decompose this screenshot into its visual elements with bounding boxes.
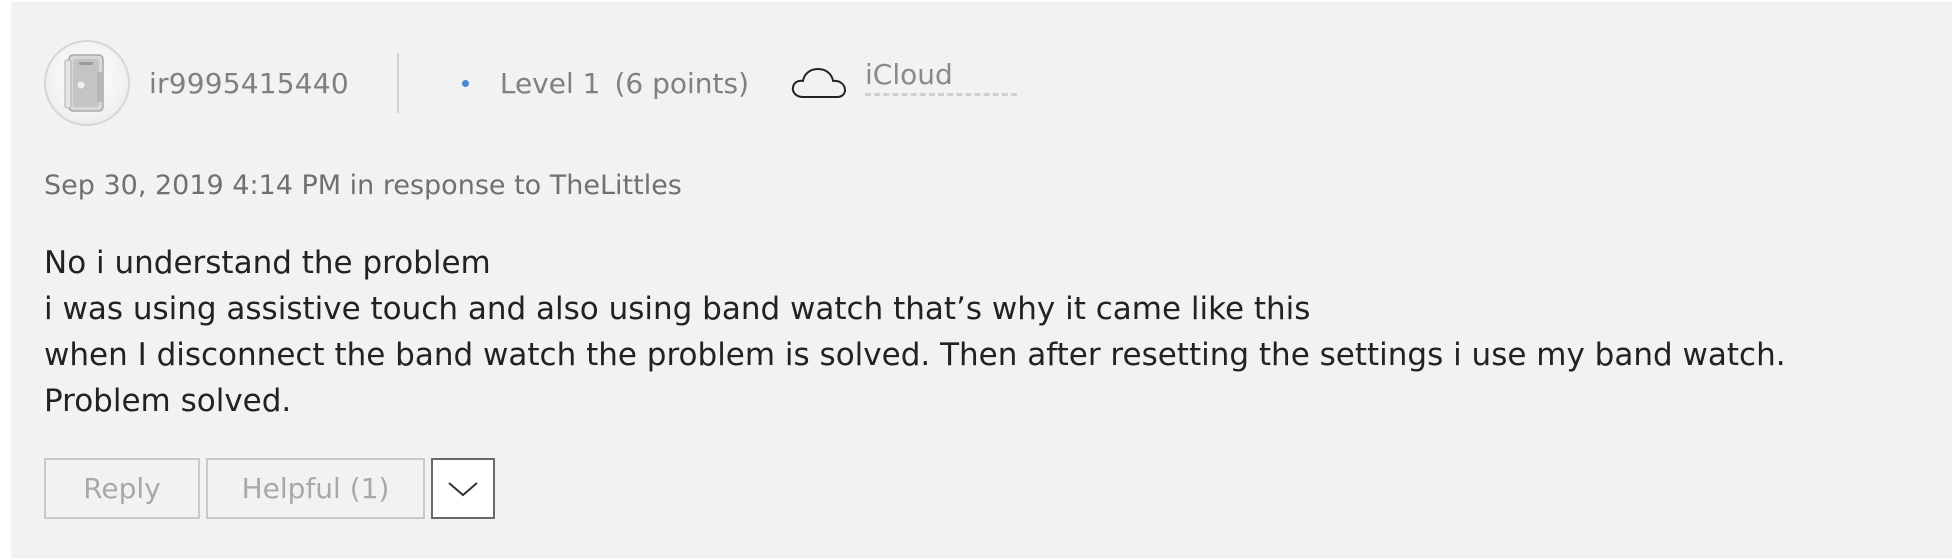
- post-header: ir9995415440 Level 1 (6 points) iCloud: [44, 38, 1017, 128]
- post-actions: Reply Helpful (1): [44, 458, 495, 519]
- cloud-icon: [791, 68, 847, 98]
- post-meta: Sep 30, 2019 4:14 PM in response to TheL…: [44, 170, 682, 201]
- author-points: (6 points): [614, 66, 750, 100]
- community-post: ir9995415440 Level 1 (6 points) iCloud S…: [11, 2, 1952, 558]
- author-username[interactable]: ir9995415440: [149, 67, 349, 100]
- post-line: when I disconnect the band watch the pro…: [44, 337, 1786, 419]
- chevron-down-icon: [448, 481, 478, 496]
- reply-button[interactable]: Reply: [44, 458, 200, 519]
- post-line: i was using assistive touch and also usi…: [44, 291, 1311, 327]
- author-level: Level 1: [499, 66, 601, 100]
- avatar[interactable]: [44, 40, 130, 126]
- post-line: No i understand the problem: [44, 245, 491, 281]
- power-mac-g4-avatar: [64, 54, 104, 112]
- post-body: No i understand the problem i was using …: [44, 240, 1854, 424]
- community-link[interactable]: iCloud: [865, 58, 1017, 96]
- helpful-button[interactable]: Helpful (1): [206, 458, 425, 519]
- level-dot-icon: [461, 79, 469, 87]
- header-divider: [396, 53, 399, 113]
- more-options-button[interactable]: [431, 458, 495, 519]
